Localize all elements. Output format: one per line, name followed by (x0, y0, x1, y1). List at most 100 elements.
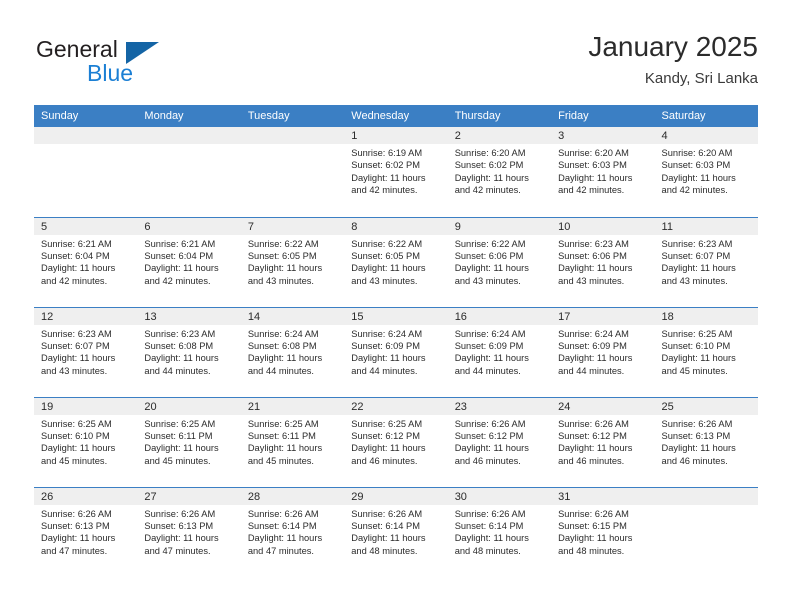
daylight-duration-line2: and 43 minutes. (661, 275, 728, 286)
title-block: January 2025 Kandy, Sri Lanka (588, 30, 758, 88)
sunrise-time: Sunrise: 6:24 AM (454, 328, 526, 339)
calendar-day-cell[interactable]: 4 Sunrise: 6:20 AM Sunset: 6:03 PM Daylight… (654, 127, 758, 218)
calendar-day-cell[interactable]: 10 Sunrise: 6:23 AM Sunset: 6:06 PM Dayligh… (551, 217, 655, 308)
day-details: Sunrise: 6:21 AM Sunset: 6:04 PM Daylight:… (137, 235, 240, 288)
calendar-day-cell[interactable]: 25 Sunrise: 6:26 AM Sunset: 6:13 PM Dayligh… (654, 397, 758, 488)
sunset-time: Sunset: 6:13 PM (661, 430, 731, 441)
calendar-day-cell[interactable]: 11 Sunrise: 6:23 AM Sunset: 6:07 PM Dayligh… (654, 217, 758, 308)
daylight-duration-line2: and 47 minutes. (41, 545, 108, 556)
daylight-duration-line2: and 46 minutes. (558, 455, 625, 466)
sunset-time: Sunset: 6:10 PM (661, 340, 731, 351)
sunrise-time: Sunrise: 6:25 AM (351, 418, 423, 429)
calendar-day-cell-empty (34, 127, 138, 218)
logo-text-blue: Blue (87, 60, 134, 86)
calendar-day-cell[interactable]: 16 Sunrise: 6:24 AM Sunset: 6:09 PM Dayligh… (447, 307, 552, 398)
sunrise-time: Sunrise: 6:22 AM (351, 238, 423, 249)
calendar-day-cell[interactable]: 5 Sunrise: 6:21 AM Sunset: 6:04 PM Daylight… (34, 217, 138, 308)
calendar-day-cell-empty (654, 487, 758, 577)
day-details: Sunrise: 6:20 AM Sunset: 6:02 PM Daylight:… (448, 144, 551, 197)
day-number: 6 (137, 217, 241, 235)
daylight-duration-line1: Daylight: 11 hours (661, 263, 736, 274)
calendar-day-cell[interactable]: 15 Sunrise: 6:24 AM Sunset: 6:09 PM Dayligh… (344, 307, 448, 398)
calendar-day-cell[interactable]: 21 Sunrise: 6:25 AM Sunset: 6:11 PM Dayligh… (240, 397, 345, 488)
sunrise-time: Sunrise: 6:21 AM (41, 238, 112, 249)
calendar-day-cell[interactable]: 6 Sunrise: 6:21 AM Sunset: 6:04 PM Daylight… (137, 217, 241, 308)
sunset-time: Sunset: 6:08 PM (144, 340, 214, 351)
calendar-day-cell[interactable]: 12 Sunrise: 6:23 AM Sunset: 6:07 PM Dayligh… (34, 307, 138, 398)
sunset-time: Sunset: 6:09 PM (351, 340, 420, 351)
sunrise-time: Sunrise: 6:25 AM (661, 328, 733, 339)
calendar-day-cell[interactable]: 2 Sunrise: 6:20 AM Sunset: 6:02 PM Daylight… (447, 127, 552, 218)
calendar-day-cell[interactable]: 23 Sunrise: 6:26 AM Sunset: 6:12 PM Dayligh… (447, 397, 552, 488)
day-details: Sunrise: 6:19 AM Sunset: 6:02 PM Daylight:… (344, 144, 447, 197)
calendar-day-cell[interactable]: 3 Sunrise: 6:20 AM Sunset: 6:03 PM Daylight… (551, 127, 655, 218)
calendar-day-cell[interactable]: 1 Sunrise: 6:19 AM Sunset: 6:02 PM Daylight… (344, 127, 448, 218)
daylight-duration-line2: and 43 minutes. (41, 365, 108, 376)
day-details: Sunrise: 6:26 AM Sunset: 6:14 PM Daylight:… (241, 505, 344, 558)
day-number (654, 487, 758, 505)
daylight-duration-line2: and 42 minutes. (41, 275, 108, 286)
calendar-day-cell[interactable]: 19 Sunrise: 6:25 AM Sunset: 6:10 PM Dayligh… (34, 397, 138, 488)
sunrise-time: Sunrise: 6:22 AM (247, 238, 319, 249)
calendar-day-cell[interactable]: 7 Sunrise: 6:22 AM Sunset: 6:05 PM Daylight… (240, 217, 345, 308)
calendar-day-cell[interactable]: 29 Sunrise: 6:26 AM Sunset: 6:14 PM Dayligh… (344, 487, 448, 577)
daylight-duration-line1: Daylight: 11 hours (558, 172, 633, 183)
day-number: 4 (654, 127, 758, 144)
day-details: Sunrise: 6:26 AM Sunset: 6:12 PM Daylight:… (448, 415, 551, 468)
calendar-day-cell[interactable]: 26 Sunrise: 6:26 AM Sunset: 6:13 PM Dayligh… (34, 487, 138, 577)
daylight-duration-line2: and 42 minutes. (454, 185, 521, 196)
calendar-week-row: 26 Sunrise: 6:26 AM Sunset: 6:13 PM Dayligh… (34, 487, 758, 577)
calendar-day-cell[interactable]: 27 Sunrise: 6:26 AM Sunset: 6:13 PM Dayligh… (137, 487, 241, 577)
calendar-day-cell[interactable]: 9 Sunrise: 6:22 AM Sunset: 6:06 PM Daylight… (447, 217, 552, 308)
daylight-duration-line2: and 44 minutes. (351, 365, 418, 376)
sunrise-time: Sunrise: 6:26 AM (144, 508, 216, 519)
calendar-day-cell[interactable]: 20 Sunrise: 6:25 AM Sunset: 6:11 PM Dayligh… (137, 397, 241, 488)
sunset-time: Sunset: 6:11 PM (247, 430, 316, 441)
daylight-duration-line2: and 45 minutes. (41, 455, 108, 466)
daylight-duration-line2: and 44 minutes. (144, 365, 211, 376)
calendar-day-cell[interactable]: 31 Sunrise: 6:26 AM Sunset: 6:15 PM Dayligh… (551, 487, 655, 577)
weekday-header-saturday: Saturday (654, 105, 758, 127)
daylight-duration-line1: Daylight: 11 hours (661, 443, 736, 454)
daylight-duration-line2: and 44 minutes. (454, 365, 521, 376)
calendar-day-cell[interactable]: 17 Sunrise: 6:24 AM Sunset: 6:09 PM Dayligh… (551, 307, 655, 398)
calendar-day-cell[interactable]: 18 Sunrise: 6:25 AM Sunset: 6:10 PM Dayligh… (654, 307, 758, 398)
daylight-duration-line2: and 47 minutes. (144, 545, 211, 556)
day-details: Sunrise: 6:26 AM Sunset: 6:13 PM Daylight:… (137, 505, 240, 558)
calendar-page: General Blue January 2025 Kandy, Sri Lan… (0, 0, 792, 612)
calendar-day-cell[interactable]: 24 Sunrise: 6:26 AM Sunset: 6:12 PM Dayligh… (551, 397, 655, 488)
day-details: Sunrise: 6:24 AM Sunset: 6:08 PM Daylight:… (241, 325, 344, 378)
day-number: 20 (137, 397, 241, 415)
generalblue-logo[interactable]: General Blue (36, 36, 216, 88)
daylight-duration-line2: and 45 minutes. (144, 455, 211, 466)
calendar-day-cell[interactable]: 14 Sunrise: 6:24 AM Sunset: 6:08 PM Dayligh… (240, 307, 345, 398)
sunset-time: Sunset: 6:12 PM (454, 430, 524, 441)
page-subtitle: Kandy, Sri Lanka (644, 70, 758, 87)
daylight-duration-line1: Daylight: 11 hours (454, 172, 529, 183)
sunset-time: Sunset: 6:11 PM (144, 430, 213, 441)
calendar-day-cell[interactable]: 22 Sunrise: 6:25 AM Sunset: 6:12 PM Dayligh… (344, 397, 448, 488)
daylight-duration-line2: and 42 minutes. (144, 275, 211, 286)
sunset-time: Sunset: 6:03 PM (558, 160, 627, 171)
day-number (137, 127, 241, 144)
page-header: General Blue January 2025 Kandy, Sri Lan… (0, 0, 792, 96)
day-number: 19 (34, 397, 138, 415)
daylight-duration-line1: Daylight: 11 hours (351, 353, 426, 364)
day-number: 1 (344, 127, 448, 144)
daylight-duration-line2: and 46 minutes. (351, 455, 418, 466)
daylight-duration-line2: and 45 minutes. (661, 365, 728, 376)
sunset-time: Sunset: 6:04 PM (144, 250, 214, 261)
calendar-day-cell[interactable]: 8 Sunrise: 6:22 AM Sunset: 6:05 PM Daylight… (344, 217, 448, 308)
calendar-day-cell[interactable]: 30 Sunrise: 6:26 AM Sunset: 6:14 PM Dayligh… (447, 487, 552, 577)
day-number: 16 (447, 307, 552, 325)
day-number: 22 (344, 397, 448, 415)
day-details: Sunrise: 6:25 AM Sunset: 6:11 PM Daylight:… (137, 415, 240, 468)
day-details: Sunrise: 6:20 AM Sunset: 6:03 PM Daylight:… (655, 144, 758, 197)
daylight-duration-line1: Daylight: 11 hours (558, 263, 633, 274)
sunrise-time: Sunrise: 6:26 AM (351, 508, 423, 519)
calendar-day-cell[interactable]: 13 Sunrise: 6:23 AM Sunset: 6:08 PM Dayligh… (137, 307, 241, 398)
sunrise-time: Sunrise: 6:21 AM (144, 238, 216, 249)
daylight-duration-line1: Daylight: 11 hours (351, 263, 426, 274)
daylight-duration-line1: Daylight: 11 hours (558, 533, 633, 544)
calendar-day-cell[interactable]: 28 Sunrise: 6:26 AM Sunset: 6:14 PM Dayligh… (240, 487, 345, 577)
